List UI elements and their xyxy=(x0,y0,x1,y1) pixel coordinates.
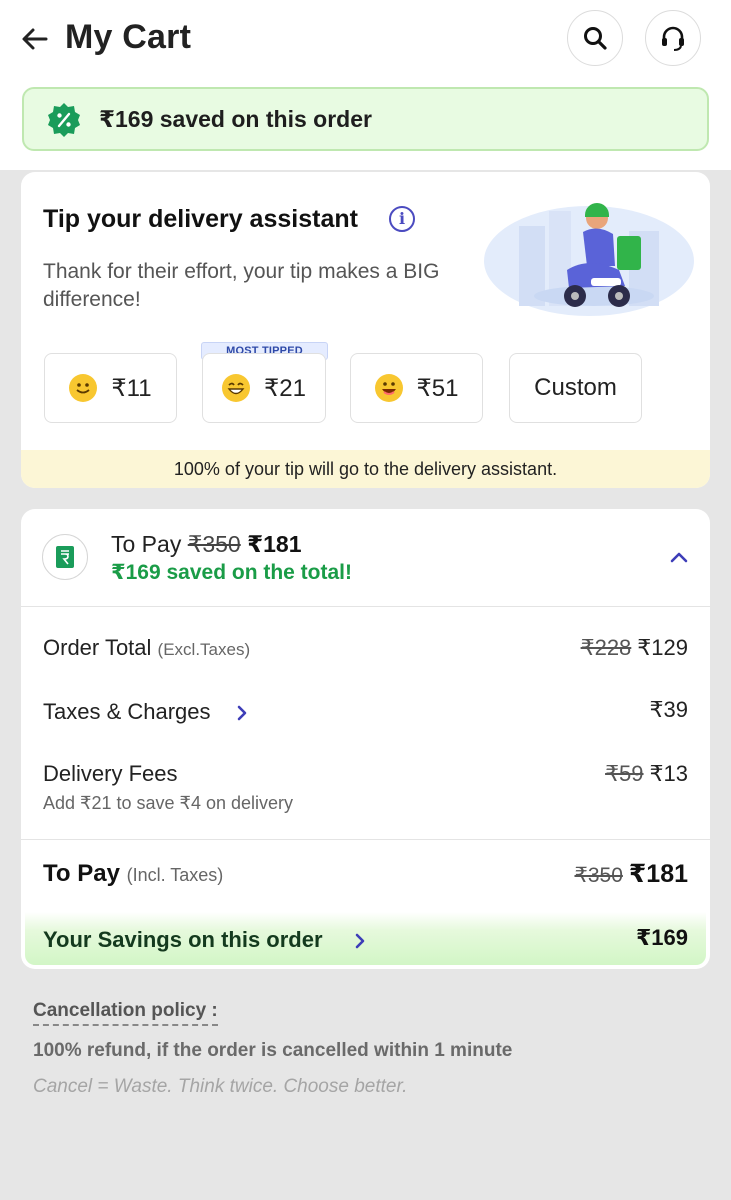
order-total-label: Order Total (Excl.Taxes) xyxy=(43,635,250,661)
chevron-up-icon[interactable] xyxy=(669,549,689,565)
arrow-left-icon xyxy=(22,28,48,50)
to-pay-label: To Pay xyxy=(111,531,182,557)
taxes-charges-row[interactable]: Taxes & Charges xyxy=(43,699,249,725)
tip-option-51[interactable]: ₹51 xyxy=(350,353,483,423)
slight-smile-emoji-icon xyxy=(69,374,98,402)
tip-amount: ₹51 xyxy=(416,374,459,402)
to-pay-total-label: To Pay (Incl. Taxes) xyxy=(43,860,223,888)
support-button[interactable] xyxy=(645,10,701,66)
headset-icon xyxy=(662,26,684,51)
tip-option-custom[interactable]: Custom xyxy=(509,353,642,423)
info-icon[interactable]: i xyxy=(389,206,415,232)
to-pay-total-value: ₹350 ₹181 xyxy=(574,859,688,889)
tip-option-11[interactable]: ₹11 xyxy=(44,353,177,423)
order-total-original: ₹228 xyxy=(580,635,632,660)
discount-badge-icon xyxy=(48,103,80,137)
to-pay-final: ₹181 xyxy=(247,531,302,557)
to-pay-total-original: ₹350 xyxy=(574,864,623,887)
top-bar: My Cart ₹169 saved on this order xyxy=(0,0,731,170)
order-total-sub: (Excl.Taxes) xyxy=(157,640,251,659)
to-pay-total-text: To Pay xyxy=(43,860,120,887)
tip-card: Tip your delivery assistant i Thank for … xyxy=(21,172,710,488)
grin-emoji-icon xyxy=(222,374,251,402)
search-icon xyxy=(584,27,607,50)
bill-icon xyxy=(42,534,88,580)
big-smile-emoji-icon xyxy=(374,374,403,402)
tip-option-21[interactable]: ₹21 xyxy=(202,353,326,423)
page-title: My Cart xyxy=(65,18,192,56)
taxes-label: Taxes & Charges xyxy=(43,699,211,724)
savings-row[interactable]: Your Savings on this order ₹169 xyxy=(25,912,706,965)
order-total-value: ₹228 ₹129 xyxy=(581,635,688,661)
saved-total-text: ₹169 saved on the total! xyxy=(111,561,353,584)
delivery-fees-value: ₹59 ₹13 xyxy=(605,761,688,787)
delivery-fees-label: Delivery Fees xyxy=(43,761,178,786)
tip-amount: ₹11 xyxy=(111,374,152,402)
delivery-original: ₹59 xyxy=(605,761,644,786)
order-total-text: Order Total xyxy=(43,635,152,660)
delivery-final: ₹13 xyxy=(649,761,688,786)
tip-note: 100% of your tip will go to the delivery… xyxy=(21,450,710,488)
chevron-right-icon xyxy=(355,933,364,949)
divider xyxy=(21,839,710,840)
cancellation-policy-text: 100% refund, if the order is cancelled w… xyxy=(33,1040,513,1061)
savings-banner: ₹169 saved on this order xyxy=(22,87,709,151)
delivery-hint: Add ₹21 to save ₹4 on delivery xyxy=(43,793,294,813)
order-total-final: ₹129 xyxy=(637,635,688,660)
tip-subtitle: Thank for their effort, your tip makes a… xyxy=(43,260,440,311)
taxes-value: ₹39 xyxy=(649,697,688,722)
savings-label: Your Savings on this order xyxy=(43,927,367,953)
divider xyxy=(21,606,710,607)
savings-value: ₹169 xyxy=(635,925,688,950)
savings-label-text: Your Savings on this order xyxy=(43,927,323,952)
to-pay-summary: To Pay ₹350 ₹181 xyxy=(111,531,302,558)
tip-amount: ₹21 xyxy=(264,374,306,402)
to-pay-total-sub: (Incl. Taxes) xyxy=(126,865,224,885)
tip-custom-label: Custom xyxy=(534,374,617,401)
chevron-right-icon xyxy=(237,705,246,721)
search-button[interactable] xyxy=(567,10,623,66)
delivery-scooter-illustration xyxy=(484,203,694,316)
tip-title: Tip your delivery assistant xyxy=(43,205,358,233)
cancellation-policy-title[interactable]: Cancellation policy : xyxy=(33,1000,218,1026)
to-pay-original: ₹350 xyxy=(187,531,241,557)
savings-banner-text: ₹169 saved on this order xyxy=(99,106,372,132)
back-button[interactable] xyxy=(18,22,52,56)
to-pay-total-final: ₹181 xyxy=(628,860,688,888)
bill-summary-card: To Pay ₹350 ₹181 ₹169 saved on the total… xyxy=(21,509,710,969)
cancellation-quote: Cancel = Waste. Think twice. Choose bett… xyxy=(33,1076,408,1097)
